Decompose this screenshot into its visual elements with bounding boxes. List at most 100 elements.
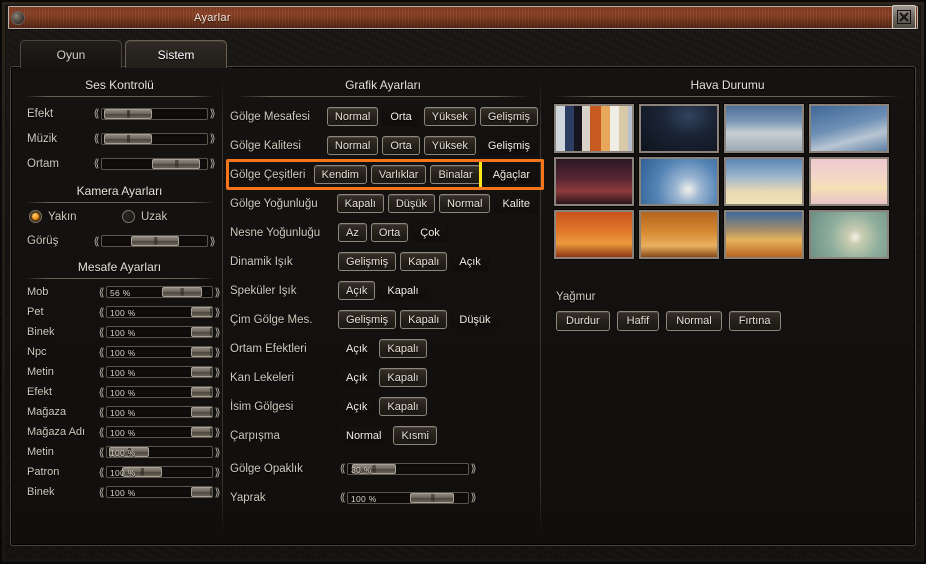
slider-knob[interactable]: [122, 467, 162, 477]
slider-knob[interactable]: [104, 109, 152, 119]
slider-right-arrow-icon[interactable]: ⟫: [208, 133, 217, 144]
distance-slider[interactable]: ⟪100 %⟫: [97, 326, 222, 339]
radio-uzak[interactable]: Uzak: [122, 210, 167, 223]
option-button[interactable]: Orta: [382, 136, 419, 155]
option-button[interactable]: Kapalı: [379, 397, 426, 416]
slider-right-arrow-icon[interactable]: ⟫: [213, 287, 222, 298]
option-button[interactable]: Binalar: [430, 165, 480, 184]
slider-track[interactable]: 100 %: [106, 466, 213, 478]
slider-knob[interactable]: [104, 134, 152, 144]
slider-track[interactable]: 100 %: [106, 366, 213, 378]
option-button[interactable]: Kendim: [314, 165, 367, 184]
slider-track[interactable]: 100 %: [106, 346, 213, 358]
weather-thumbnail-sky-orange-sunset[interactable]: [554, 210, 634, 259]
distance-slider[interactable]: ⟪100 %⟫: [97, 366, 222, 379]
slider-left-arrow-icon[interactable]: ⟪: [97, 307, 106, 318]
slider-knob[interactable]: [191, 347, 213, 357]
distance-slider[interactable]: ⟪100 %⟫: [97, 386, 222, 399]
slider-track[interactable]: 56 %: [106, 286, 213, 298]
option-button[interactable]: Kapalı: [400, 252, 447, 271]
option-button[interactable]: Normal: [327, 107, 378, 126]
slider-right-arrow-icon[interactable]: ⟫: [213, 447, 222, 458]
option-button[interactable]: Kalite: [494, 194, 538, 213]
distance-slider[interactable]: ⟪56 %⟫: [97, 286, 222, 299]
distance-slider[interactable]: ⟪100 %⟫: [97, 466, 222, 479]
option-button[interactable]: Orta: [371, 223, 408, 242]
slider-track[interactable]: 100 %: [347, 492, 469, 504]
slider-right-arrow-icon[interactable]: ⟫: [213, 487, 222, 498]
slider-right-arrow-icon[interactable]: ⟫: [213, 347, 222, 358]
tab-sistem[interactable]: Sistem: [125, 40, 227, 68]
option-button[interactable]: Normal: [338, 426, 389, 445]
distance-slider[interactable]: ⟪100 %⟫: [97, 306, 222, 319]
option-button[interactable]: Açık: [338, 368, 375, 387]
slider-track[interactable]: 100 %: [106, 446, 213, 458]
slider-right-arrow-icon[interactable]: ⟫: [208, 236, 217, 247]
option-button[interactable]: Kapalı: [379, 281, 426, 300]
slider-track[interactable]: 100 %: [106, 386, 213, 398]
distance-slider[interactable]: ⟪100 %⟫: [97, 346, 222, 359]
slider-left-arrow-icon[interactable]: ⟪: [97, 487, 106, 498]
camera-slider-gorus[interactable]: ⟪ ⟫: [92, 235, 217, 248]
rain-option-button[interactable]: Fırtına: [729, 311, 781, 331]
distance-slider[interactable]: ⟪100 %⟫: [97, 446, 222, 459]
slider-left-arrow-icon[interactable]: ⟪: [97, 447, 106, 458]
rain-option-button[interactable]: Hafif: [617, 311, 660, 331]
slider-knob[interactable]: [162, 287, 202, 297]
weather-thumbnail-sky-night-starfield[interactable]: [639, 104, 719, 153]
option-button[interactable]: Gelişmiş: [338, 310, 396, 329]
slider-left-arrow-icon[interactable]: ⟪: [92, 108, 101, 119]
option-button[interactable]: Çok: [412, 223, 448, 242]
slider-track[interactable]: 100 %: [106, 306, 213, 318]
weather-thumbnail-sky-swatch-strips[interactable]: [554, 104, 634, 153]
option-button[interactable]: Gelişmiş: [338, 252, 396, 271]
slider-knob[interactable]: [191, 387, 213, 397]
slider-knob[interactable]: [191, 367, 213, 377]
option-button[interactable]: Yüksek: [424, 107, 476, 126]
slider-track[interactable]: 100 %: [106, 486, 213, 498]
weather-thumbnail-sky-clear-blue-sun[interactable]: [639, 157, 719, 206]
close-button[interactable]: [892, 5, 916, 29]
radio-yakin[interactable]: Yakın: [29, 210, 114, 223]
sound-slider-ortam[interactable]: ⟪ ⟫: [92, 157, 217, 170]
slider-left-arrow-icon[interactable]: ⟪: [97, 347, 106, 358]
option-button[interactable]: Gelişmiş: [480, 136, 538, 155]
option-button[interactable]: Normal: [439, 194, 490, 213]
slider-track[interactable]: 100 %: [106, 406, 213, 418]
option-button[interactable]: Düşük: [388, 194, 435, 213]
distance-slider[interactable]: ⟪100 %⟫: [97, 406, 222, 419]
slider-right-arrow-icon[interactable]: ⟫: [469, 492, 478, 503]
slider-left-arrow-icon[interactable]: ⟪: [97, 367, 106, 378]
option-button[interactable]: Açık: [338, 281, 375, 300]
option-button[interactable]: Gelişmiş: [480, 107, 538, 126]
option-button[interactable]: Kapalı: [379, 368, 426, 387]
tab-oyun[interactable]: Oyun: [20, 40, 122, 68]
slider-left-arrow-icon[interactable]: ⟪: [92, 158, 101, 169]
option-button[interactable]: Varlıklar: [371, 165, 427, 184]
slider-left-arrow-icon[interactable]: ⟪: [97, 467, 106, 478]
slider-left-arrow-icon[interactable]: ⟪: [97, 327, 106, 338]
slider-left-arrow-icon[interactable]: ⟪: [97, 387, 106, 398]
slider-right-arrow-icon[interactable]: ⟫: [213, 427, 222, 438]
option-button[interactable]: Açık: [338, 339, 375, 358]
sound-slider-muzik[interactable]: ⟪ ⟫: [92, 132, 217, 145]
slider-left-arrow-icon[interactable]: ⟪: [338, 492, 347, 503]
slider-knob[interactable]: [131, 236, 179, 246]
slider-left-arrow-icon[interactable]: ⟪: [97, 287, 106, 298]
slider-right-arrow-icon[interactable]: ⟫: [213, 367, 222, 378]
rain-option-button[interactable]: Durdur: [556, 311, 610, 331]
rain-option-button[interactable]: Normal: [666, 311, 721, 331]
distance-slider[interactable]: ⟪100 %⟫: [97, 486, 222, 499]
slider-knob[interactable]: [191, 487, 213, 497]
slider-track[interactable]: [101, 108, 208, 120]
weather-thumbnail-sky-cloudy-day[interactable]: [724, 104, 804, 153]
slider-right-arrow-icon[interactable]: ⟫: [213, 327, 222, 338]
slider-right-arrow-icon[interactable]: ⟫: [213, 407, 222, 418]
slider-knob[interactable]: [152, 159, 200, 169]
slider-track[interactable]: 100 %: [106, 326, 213, 338]
slider-left-arrow-icon[interactable]: ⟪: [92, 133, 101, 144]
slider-right-arrow-icon[interactable]: ⟫: [213, 387, 222, 398]
slider-right-arrow-icon[interactable]: ⟫: [213, 467, 222, 478]
slider-knob[interactable]: [109, 447, 149, 457]
sound-slider-efekt[interactable]: ⟪ ⟫: [92, 107, 217, 120]
